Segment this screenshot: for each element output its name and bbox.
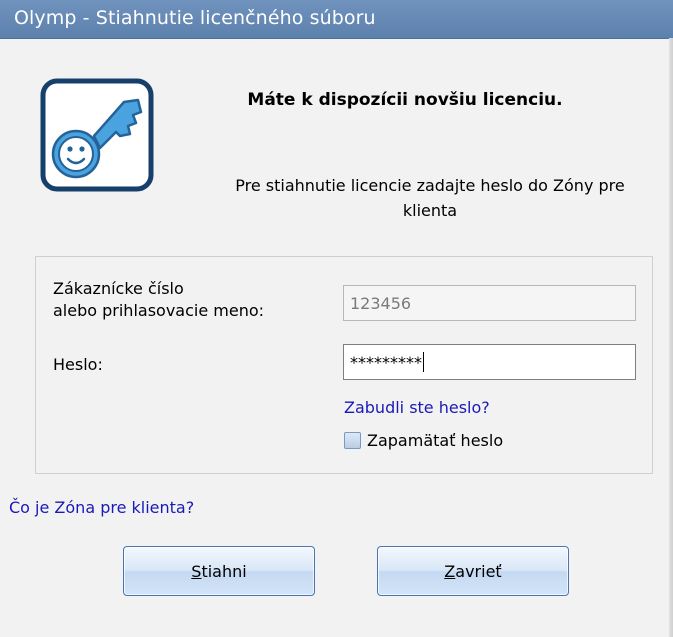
password-field[interactable]: *********: [343, 344, 636, 380]
customer-number-field[interactable]: 123456: [343, 285, 636, 321]
license-download-dialog: Olymp - Stiahnutie licenčného súboru Mát…: [0, 0, 673, 637]
key-icon: [40, 78, 154, 192]
download-button-label: tiahni: [201, 561, 247, 581]
headline: Máte k dispozícii novšiu licenciu.: [247, 90, 563, 110]
remember-password-label[interactable]: Zapamätať heslo: [367, 431, 503, 450]
forgot-password-link[interactable]: Zabudli ste heslo?: [344, 398, 490, 417]
window-title: Olymp - Stiahnutie licenčného súboru: [14, 7, 376, 29]
remember-password-checkbox[interactable]: [344, 432, 361, 449]
remember-password-row[interactable]: Zapamätať heslo: [344, 431, 503, 450]
close-button[interactable]: Zavrieť: [377, 546, 569, 596]
download-button[interactable]: Stiahni: [123, 546, 315, 596]
title-bar[interactable]: Olymp - Stiahnutie licenčného súboru: [0, 0, 673, 39]
text-caret: [423, 352, 424, 372]
close-accel-key: Z: [444, 561, 456, 581]
customer-label-line2: alebo prihlasovacie meno:: [53, 301, 265, 320]
password-label: Heslo:: [53, 355, 103, 374]
customer-number-value: 123456: [350, 293, 412, 313]
customer-number-label: Zákaznícke číslo alebo prihlasovacie men…: [53, 278, 264, 322]
client-zone-info-link[interactable]: Čo je Zóna pre klienta?: [9, 498, 194, 517]
close-button-label: avrieť: [455, 561, 502, 581]
password-value: *********: [350, 352, 422, 372]
instruction-text: Pre stiahnutie licencie zadajte heslo do…: [235, 176, 625, 220]
download-accel-key: S: [191, 561, 202, 581]
window-edge: [669, 38, 673, 637]
customer-label-line1: Zákaznícke číslo: [53, 279, 184, 298]
